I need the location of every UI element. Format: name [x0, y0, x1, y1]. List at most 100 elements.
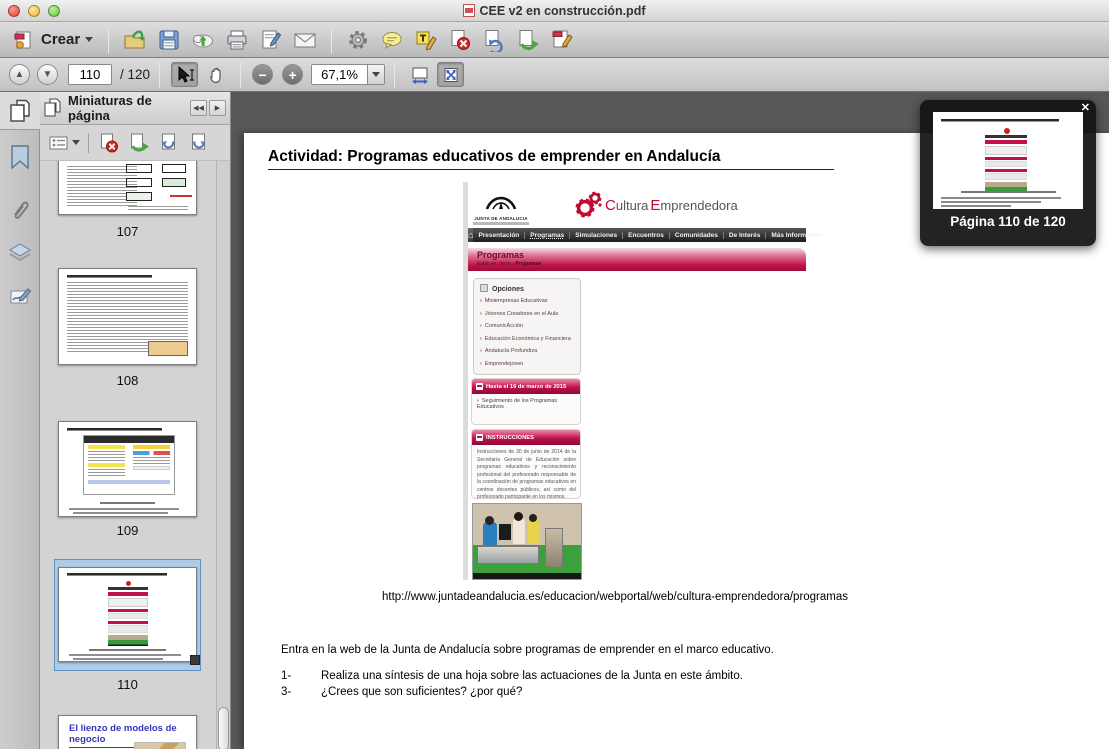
open-file-button[interactable] [123, 28, 147, 52]
junta-de-andalucia-logo: JUNTA DE ANDALUCIA [473, 185, 529, 225]
zoom-in-button[interactable]: + [282, 64, 303, 85]
menu-item: Encuentros [622, 232, 669, 239]
text-annotation-button[interactable] [414, 28, 438, 52]
opciones-link: ComunicAcción [480, 323, 576, 329]
thumbnail-page-107[interactable] [58, 161, 197, 215]
menu-item: Simulaciones [569, 232, 622, 239]
page-total-label: / 120 [120, 67, 150, 82]
save-file-button[interactable] [157, 28, 181, 52]
calendar-icon [476, 383, 483, 390]
settings-gear-button[interactable] [346, 28, 370, 52]
comment-bubble-button[interactable] [380, 28, 404, 52]
main-toolbar: Crear [0, 22, 1109, 58]
instrucciones-box: INSTRUCCIONES Instrucciones de 30 de jun… [471, 429, 581, 499]
selection-handle[interactable] [190, 655, 200, 665]
toolbar-separator [331, 27, 332, 53]
thumbnail-page-110-selected[interactable] [58, 567, 197, 662]
website-breadcrumb: Estás en: Inicio › Programas [477, 261, 806, 267]
thumbnail-label: 108 [58, 373, 197, 388]
thumbnails-scrollbar[interactable] [216, 161, 230, 749]
thumbnail-page-108[interactable] [58, 268, 197, 365]
thumbnails-toolbar [40, 125, 230, 161]
opciones-link: Miniempresas Educativas [480, 298, 576, 304]
thumbnails-list: 107 108 [40, 161, 230, 749]
toolbar-separator [88, 133, 89, 153]
thumbnail-label: 109 [58, 523, 197, 538]
navigation-toolbar: ▲ ▼ / 120 − + 67,1% [0, 58, 1109, 92]
photo-display-case [545, 528, 563, 568]
replace-pages-button[interactable] [482, 28, 506, 52]
rotate-clockwise-button[interactable] [187, 131, 211, 155]
thumbnail-image [134, 742, 186, 749]
zoom-out-button[interactable]: − [252, 64, 273, 85]
opciones-link: Emprendejoven [480, 361, 576, 367]
document-area: Actividad: Programas educativos de empre… [231, 92, 1109, 749]
scrollbar-thumb[interactable] [218, 707, 229, 749]
page-preview-thumbnail[interactable] [933, 112, 1083, 209]
page-list-item: 3-¿Crees que son suficientes? ¿por qué? [281, 686, 522, 698]
photo-person [513, 518, 525, 544]
website-screenshot: JUNTA DE ANDALUCIA Cultura Emprendedora … [463, 182, 806, 580]
layers-pane-button[interactable] [0, 234, 40, 272]
thumbnail-options-button[interactable] [46, 133, 83, 153]
thumbnails-panel-header: Miniaturas de página ◀◀ ▶ [40, 92, 230, 125]
photo-laptop [499, 524, 511, 540]
menu-item: Presentación [473, 232, 524, 239]
cultura-emprendedora-logo: Cultura Emprendedora [573, 190, 738, 220]
zoom-dropdown-button[interactable] [367, 64, 385, 85]
collapse-panel-button[interactable]: ◀◀ [190, 100, 207, 116]
email-button[interactable] [293, 28, 317, 52]
toolbar-separator [108, 27, 109, 53]
thumbnails-panel: Miniaturas de página ◀◀ ▶ [40, 92, 231, 749]
delete-page-button[interactable] [97, 131, 121, 155]
sign-document-button[interactable] [259, 28, 283, 52]
thumbnail-screenshot [108, 580, 148, 646]
delete-pages-button[interactable] [448, 28, 472, 52]
photo-person-head [529, 514, 537, 522]
previous-page-button[interactable]: ▲ [9, 64, 30, 85]
page-url-caption: http://www.juntadeandalucia.es/educacion… [337, 591, 893, 603]
chevron-down-icon [72, 140, 80, 145]
panel-title: Miniaturas de página [68, 93, 188, 123]
title-bar: CEE v2 en construcción.pdf [0, 0, 1109, 22]
next-page-button[interactable]: ▼ [37, 64, 58, 85]
page-intro-text: Entra en la web de la Junta de Andalucía… [281, 644, 774, 656]
chevron-down-icon [85, 37, 93, 42]
toolbar-separator [394, 62, 395, 88]
thumbnail-page-109[interactable] [58, 421, 197, 517]
create-button[interactable]: Crear [6, 26, 99, 54]
pages-pane-button[interactable] [0, 92, 40, 130]
redact-edit-button[interactable] [550, 28, 574, 52]
consejeria-subtitle-bar [473, 222, 529, 225]
upload-cloud-button[interactable] [191, 28, 215, 52]
expand-panel-button[interactable]: ▶ [209, 100, 226, 116]
page-number-input[interactable] [68, 64, 112, 85]
print-button[interactable] [225, 28, 249, 52]
hand-tool-button[interactable] [202, 62, 229, 87]
toolbar-separator [159, 62, 160, 88]
signatures-pane-button[interactable] [0, 278, 40, 316]
thumbnail-page-111[interactable]: El lienzo de modelos de negocio [58, 715, 197, 749]
photo-display-table [477, 546, 539, 564]
rotate-counterclockwise-button[interactable] [157, 131, 181, 155]
extract-page-button[interactable] [127, 131, 151, 155]
thumbnail-screenshot [83, 435, 175, 495]
fit-page-button[interactable] [437, 62, 464, 87]
zoom-level-field[interactable]: 67,1% [311, 64, 367, 85]
create-pdf-icon [12, 28, 36, 52]
attachments-pane-button[interactable] [0, 192, 40, 230]
thumbnail-label: 107 [58, 224, 197, 239]
menu-item: De Interés [723, 232, 765, 239]
bookmarks-pane-button[interactable] [0, 138, 40, 176]
menu-item: Más Información [765, 232, 828, 239]
page-title: Actividad: Programas educativos de empre… [268, 148, 834, 170]
page-preview-popup: ✕ [920, 100, 1096, 246]
window-title: CEE v2 en construcción.pdf [0, 4, 1109, 18]
pdf-file-icon [463, 4, 475, 17]
junta-arch-icon [481, 185, 521, 211]
website-navbar: ⌂ Presentación Programas Simulaciones En… [468, 228, 806, 242]
select-tool-button[interactable] [171, 62, 198, 87]
export-page-button[interactable] [516, 28, 540, 52]
navigation-panes-rail [0, 92, 40, 749]
fit-width-button[interactable] [406, 62, 433, 87]
